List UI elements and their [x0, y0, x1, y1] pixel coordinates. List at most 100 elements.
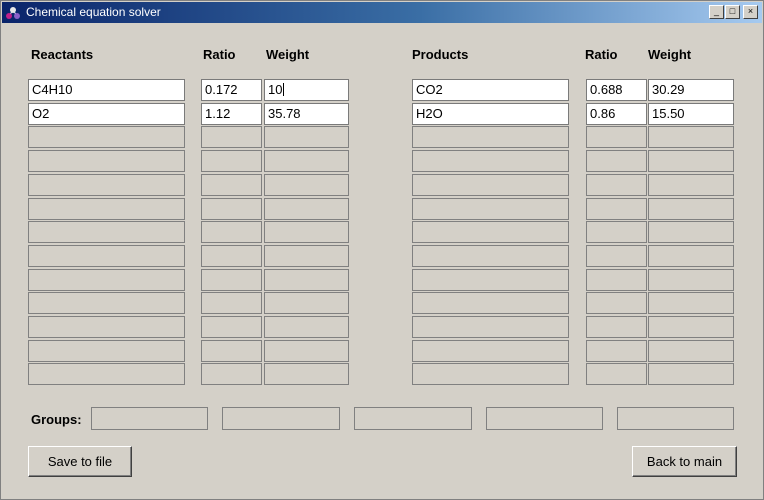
- text-cursor: [283, 83, 285, 96]
- products-name-field[interactable]: CO2: [412, 79, 569, 101]
- reactants-name-field[interactable]: [28, 316, 185, 338]
- products-ratio-field[interactable]: [586, 316, 647, 338]
- reactants-ratio-field[interactable]: [201, 340, 262, 362]
- products-ratio-field[interactable]: [586, 340, 647, 362]
- products-name-field[interactable]: [412, 221, 569, 243]
- group-field[interactable]: [617, 407, 734, 430]
- products-weight-field[interactable]: [648, 245, 734, 267]
- reactants-ratio-field[interactable]: [201, 174, 262, 196]
- products-name-field[interactable]: [412, 126, 569, 148]
- reactants-ratio-field[interactable]: [201, 292, 262, 314]
- products-ratio-field[interactable]: [586, 269, 647, 291]
- products-ratio-value: 0.688: [590, 82, 623, 97]
- reactants-weight-header: Weight: [266, 47, 310, 62]
- reactants-name-field[interactable]: [28, 126, 185, 148]
- reactants-name-field[interactable]: [28, 221, 185, 243]
- back-to-main-button[interactable]: Back to main: [632, 446, 737, 477]
- products-ratio-field[interactable]: 0.86: [586, 103, 647, 125]
- products-name-field[interactable]: [412, 340, 569, 362]
- reactants-weight-field[interactable]: [264, 292, 349, 314]
- products-ratio-field[interactable]: [586, 150, 647, 172]
- products-name-field[interactable]: [412, 316, 569, 338]
- reactants-weight-field[interactable]: 10: [264, 79, 349, 101]
- products-name-field[interactable]: [412, 363, 569, 385]
- products-weight-field[interactable]: [648, 126, 734, 148]
- reactants-weight-field[interactable]: 35.78: [264, 103, 349, 125]
- reactants-ratio-field[interactable]: [201, 245, 262, 267]
- reactants-ratio-field[interactable]: [201, 269, 262, 291]
- products-name-field[interactable]: [412, 150, 569, 172]
- products-ratio-field[interactable]: [586, 292, 647, 314]
- reactants-ratio-field[interactable]: [201, 150, 262, 172]
- reactants-name-field[interactable]: [28, 292, 185, 314]
- products-name-field[interactable]: [412, 198, 569, 220]
- products-name-field[interactable]: [412, 292, 569, 314]
- products-weight-field[interactable]: [648, 340, 734, 362]
- products-name-field[interactable]: [412, 245, 569, 267]
- reactants-weight-value: 10: [268, 82, 283, 97]
- reactants-weight-field[interactable]: [264, 316, 349, 338]
- maximize-button[interactable]: □: [725, 5, 740, 19]
- products-name-field[interactable]: [412, 269, 569, 291]
- reactants-weight-field[interactable]: [264, 269, 349, 291]
- products-name-field[interactable]: H2O: [412, 103, 569, 125]
- reactants-ratio-value: 0.172: [205, 82, 238, 97]
- products-weight-field[interactable]: [648, 363, 734, 385]
- reactants-weight-field[interactable]: [264, 198, 349, 220]
- products-weight-field[interactable]: [648, 292, 734, 314]
- reactants-name-value: C4H10: [32, 82, 73, 97]
- close-button[interactable]: ×: [743, 5, 758, 19]
- products-ratio-field[interactable]: [586, 245, 647, 267]
- products-ratio-field[interactable]: [586, 221, 647, 243]
- reactants-weight-field[interactable]: [264, 221, 349, 243]
- reactants-ratio-field[interactable]: [201, 198, 262, 220]
- reactants-name-field[interactable]: [28, 269, 185, 291]
- reactants-ratio-field[interactable]: 1.12: [201, 103, 262, 125]
- group-field[interactable]: [354, 407, 472, 430]
- molecule-icon: [5, 5, 21, 21]
- products-weight-field[interactable]: [648, 150, 734, 172]
- group-field[interactable]: [486, 407, 603, 430]
- reactants-name-field[interactable]: [28, 150, 185, 172]
- products-ratio-field[interactable]: [586, 363, 647, 385]
- reactants-ratio-field[interactable]: [201, 363, 262, 385]
- reactants-ratio-field[interactable]: [201, 126, 262, 148]
- reactants-ratio-value: 1.12: [205, 106, 231, 121]
- window-title: Chemical equation solver: [26, 5, 161, 19]
- products-ratio-field[interactable]: [586, 174, 647, 196]
- reactants-name-field[interactable]: O2: [28, 103, 185, 125]
- title-bar[interactable]: Chemical equation solver _ □ ×: [2, 2, 762, 23]
- reactants-weight-value: 35.78: [268, 106, 301, 121]
- reactants-ratio-field[interactable]: [201, 221, 262, 243]
- reactants-weight-field[interactable]: [264, 126, 349, 148]
- products-ratio-field[interactable]: 0.688: [586, 79, 647, 101]
- products-ratio-field[interactable]: [586, 198, 647, 220]
- products-ratio-field[interactable]: [586, 126, 647, 148]
- reactants-weight-field[interactable]: [264, 174, 349, 196]
- reactants-name-field[interactable]: [28, 245, 185, 267]
- products-weight-field[interactable]: [648, 221, 734, 243]
- products-weight-field[interactable]: 30.29: [648, 79, 734, 101]
- products-weight-field[interactable]: [648, 316, 734, 338]
- group-field[interactable]: [91, 407, 208, 430]
- products-weight-field[interactable]: [648, 198, 734, 220]
- reactants-name-field[interactable]: [28, 198, 185, 220]
- products-weight-field[interactable]: [648, 269, 734, 291]
- reactants-name-field[interactable]: [28, 340, 185, 362]
- minimize-button[interactable]: _: [709, 5, 724, 19]
- reactants-weight-field[interactable]: [264, 340, 349, 362]
- reactants-weight-field[interactable]: [264, 363, 349, 385]
- group-field[interactable]: [222, 407, 340, 430]
- reactants-name-field[interactable]: C4H10: [28, 79, 185, 101]
- products-weight-field[interactable]: 15.50: [648, 103, 734, 125]
- reactants-header: Reactants: [31, 47, 94, 62]
- save-to-file-button[interactable]: Save to file: [28, 446, 132, 477]
- reactants-ratio-field[interactable]: 0.172: [201, 79, 262, 101]
- products-weight-field[interactable]: [648, 174, 734, 196]
- products-name-field[interactable]: [412, 174, 569, 196]
- reactants-weight-field[interactable]: [264, 150, 349, 172]
- reactants-name-field[interactable]: [28, 174, 185, 196]
- reactants-ratio-field[interactable]: [201, 316, 262, 338]
- reactants-name-field[interactable]: [28, 363, 185, 385]
- reactants-weight-field[interactable]: [264, 245, 349, 267]
